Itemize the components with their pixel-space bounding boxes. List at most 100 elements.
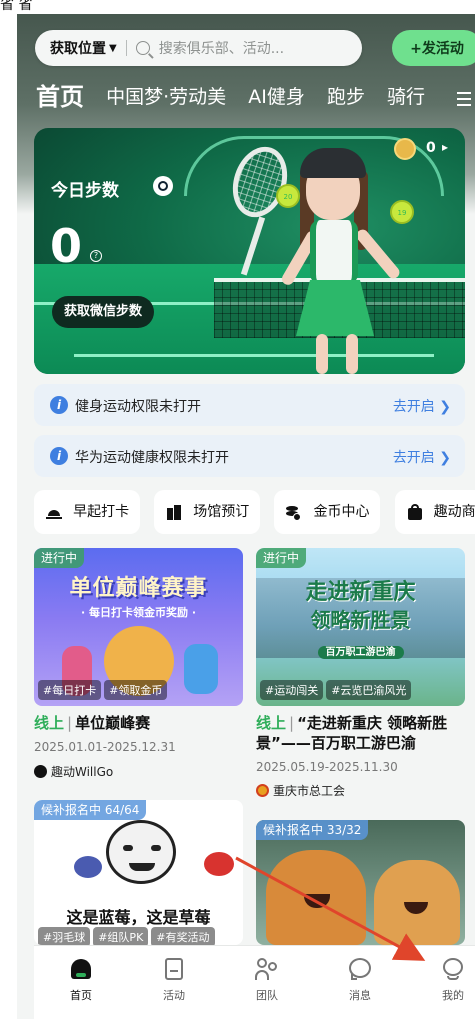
cartoon-figure: [184, 644, 218, 694]
info-icon: i: [50, 396, 68, 414]
organizer-logo-icon: [256, 784, 269, 797]
nav-profile[interactable]: 我的: [423, 946, 475, 1006]
search-bar[interactable]: 获取位置 ▼ 搜索俱乐部、活动...: [35, 30, 362, 66]
card-date: 2025.01.01-2025.12.31: [34, 740, 176, 754]
activity-card-image[interactable]: 这是蓝莓，这是草莓 候补报名中 64/64 #羽毛球 #组队PK #有奖活动: [34, 800, 243, 945]
tab-cycling[interactable]: 骑行: [387, 82, 425, 112]
quick-venue-booking[interactable]: 场馆预订: [154, 490, 261, 534]
tennis-ball-icon: 20: [276, 184, 300, 208]
racket-icon: [224, 139, 296, 225]
permission-row-huawei[interactable]: i 华为运动健康权限未打开 去开启 ❯: [34, 435, 465, 477]
bottom-navigation: 首页 活动 团队 消息 我的: [34, 945, 475, 1019]
status-glyphs: 省 省: [0, 0, 33, 13]
player-leg-right: [346, 334, 358, 374]
nav-messages[interactable]: 消息: [330, 946, 390, 1006]
player-cap: [300, 148, 366, 178]
tab-menu-icon[interactable]: [457, 88, 471, 110]
card-tags: #羽毛球 #组队PK #有奖活动: [38, 926, 218, 945]
stadium-icon: [166, 504, 182, 520]
tennis-ball-icon: 19: [390, 200, 414, 224]
card-organizer[interactable]: 重庆市总工会: [256, 782, 345, 799]
enable-permission-link[interactable]: 去开启 ❯: [393, 396, 451, 416]
steps-value: 0: [50, 219, 83, 273]
card-tag: #每日打卡: [38, 680, 102, 700]
card-tag: #有奖活动: [151, 927, 215, 945]
card-tag: #领取金币: [104, 680, 168, 700]
permission-text: 华为运动健康权限未打开: [75, 450, 229, 466]
card-tags: #运动闯关 #云览巴渝风光: [260, 679, 414, 700]
coin-counter[interactable]: 0 ▸: [394, 138, 464, 162]
refresh-icon[interactable]: [153, 176, 173, 196]
permission-row-fitness[interactable]: i 健身运动权限未打开 去开启 ❯: [34, 384, 465, 426]
racket-handle: [240, 216, 266, 276]
coins-icon: [286, 504, 302, 521]
card-image-subtitle: 百万职工游巴渝: [256, 640, 465, 659]
player-skirt: [296, 280, 374, 336]
top-bar: 获取位置 ▼ 搜索俱乐部、活动... +发活动: [35, 30, 475, 66]
shop-bag-icon: [407, 504, 423, 520]
card-tags: #每日打卡 #领取金币: [38, 679, 170, 700]
card-image-title: 单位巅峰赛事: [69, 576, 208, 601]
card-status-badge: 候补报名中 33/32: [256, 820, 369, 840]
card-image-title-line2: 领略新胜景: [310, 608, 411, 632]
tab-running[interactable]: 跑步: [327, 82, 365, 112]
team-icon: [255, 957, 279, 981]
card-title[interactable]: 线上 | “走进新重庆 领略新胜景”——百万职工游巴渝: [256, 713, 468, 753]
card-status-badge: 候补报名中 64/64: [34, 800, 147, 820]
player-arm-right: [354, 227, 402, 281]
app-frame: 获取位置 ▼ 搜索俱乐部、活动... +发活动 首页 中国梦·劳动美 AI健身 …: [17, 0, 475, 1019]
search-divider: [125, 40, 127, 56]
steps-banner[interactable]: 20 19 0 ▸ 今日步数 0 ? 获取微信步数: [34, 128, 465, 374]
search-input[interactable]: 搜索俱乐部、活动...: [159, 38, 284, 58]
enable-permission-link[interactable]: 去开启 ❯: [393, 447, 451, 467]
coin-icon: [394, 138, 416, 160]
nav-team[interactable]: 团队: [237, 946, 297, 1006]
nav-home[interactable]: 首页: [51, 946, 111, 1006]
tab-home[interactable]: 首页: [36, 82, 84, 112]
online-label: 线上: [256, 714, 287, 732]
card-tag: #组队PK: [93, 927, 149, 945]
player-leg-left: [316, 334, 328, 374]
online-label: 线上: [34, 714, 65, 732]
tab-labor[interactable]: 中国梦·劳动美: [106, 82, 226, 112]
card-organizer[interactable]: 趣动WillGo: [34, 763, 113, 780]
card-image-title: 走进新重庆: [305, 580, 416, 605]
permission-text: 健身运动权限未打开: [75, 399, 201, 415]
organizer-logo-icon: [34, 765, 47, 778]
card-tag: #云览巴渝风光: [326, 680, 412, 700]
help-icon[interactable]: ?: [90, 250, 102, 262]
strawberry-icon: [204, 852, 234, 876]
meme-face: [106, 820, 176, 884]
activity-icon: [162, 957, 186, 981]
card-date: 2025.05.19-2025.11.30: [256, 760, 398, 774]
post-activity-button[interactable]: +发活动: [392, 30, 475, 66]
card-title[interactable]: 线上 | 单位巅峰赛: [34, 713, 243, 733]
sunrise-icon: [46, 504, 62, 520]
home-icon: [69, 957, 93, 981]
activity-card-image[interactable]: 单位巅峰赛事 · 每日打卡领金币奖励 · 进行中 #每日打卡 #领取金币: [34, 548, 243, 706]
search-icon: [135, 41, 150, 55]
player-top: [310, 220, 358, 284]
steps-title: 今日步数: [51, 181, 119, 201]
quick-coin-center[interactable]: 金币中心: [274, 490, 381, 534]
status-bar: 省 省: [0, 0, 475, 14]
coin-count: 0: [426, 140, 436, 156]
card-image-subtitle: · 每日打卡领金币奖励 ·: [80, 606, 197, 619]
tab-ai-fitness[interactable]: AI健身: [248, 82, 305, 112]
location-selector[interactable]: 获取位置: [50, 38, 106, 58]
activity-card-image[interactable]: 候补报名中 33/32: [256, 820, 465, 945]
message-icon: [348, 957, 372, 981]
card-tag: #运动闯关: [260, 680, 324, 700]
info-icon: i: [50, 447, 68, 465]
activity-card-image[interactable]: 走进新重庆 领略新胜景 百万职工游巴渝 进行中 #运动闯关 #云览巴渝风光: [256, 548, 465, 706]
profile-icon: [441, 957, 465, 981]
blueberry-icon: [74, 856, 102, 878]
chevron-down-icon: ▼: [109, 42, 117, 54]
card-status-badge: 进行中: [256, 548, 307, 568]
tennis-player-illustration: 20 19: [224, 139, 414, 374]
card-status-badge: 进行中: [34, 548, 85, 568]
quick-early-checkin[interactable]: 早起打卡: [34, 490, 141, 534]
quick-shop[interactable]: 趣动商: [394, 490, 475, 534]
get-wechat-steps-button[interactable]: 获取微信步数: [52, 296, 154, 328]
nav-activity[interactable]: 活动: [144, 946, 204, 1006]
